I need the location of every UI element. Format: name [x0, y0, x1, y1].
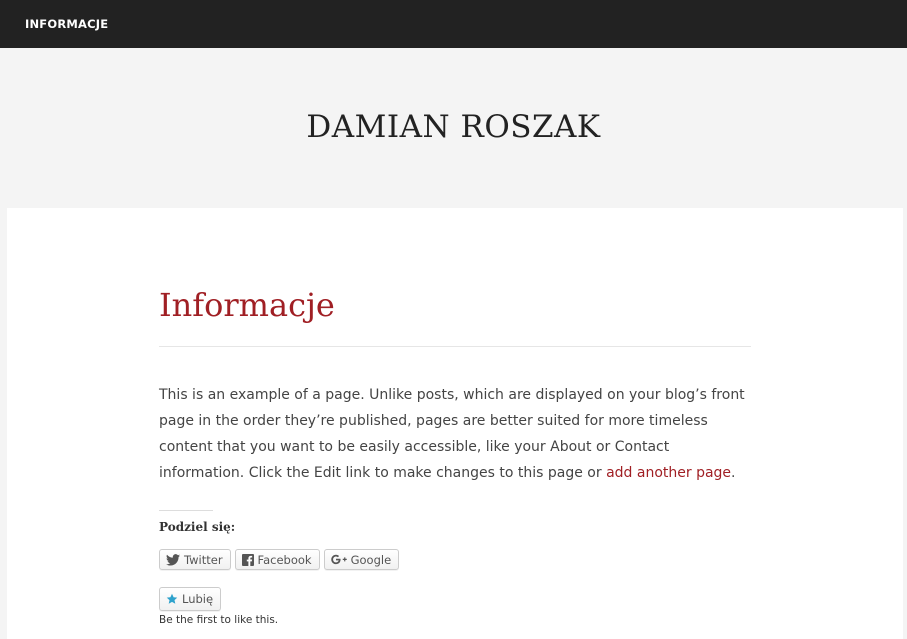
content-area: Informacje This is an example of a page.…	[7, 208, 903, 639]
share-facebook-button[interactable]: Facebook	[234, 549, 320, 570]
like-button-label: Lubię	[182, 592, 214, 606]
share-twitter-label: Twitter	[184, 552, 223, 567]
share-twitter-button[interactable]: Twitter	[159, 549, 231, 570]
add-another-page-link[interactable]: add another page	[606, 465, 731, 481]
share-google-label: Google	[350, 552, 392, 567]
title-divider	[159, 346, 751, 347]
like-note: Be the first to like this.	[159, 614, 279, 626]
share-buttons: Twitter Facebook Google	[159, 549, 400, 570]
site-header: DAMIAN ROSZAK	[0, 48, 907, 208]
google-plus-icon	[330, 554, 347, 565]
share-heading: Podziel się:	[159, 520, 236, 534]
page-body: This is an example of a page. Unlike pos…	[159, 382, 751, 486]
page-body-end: .	[731, 465, 736, 481]
like-button[interactable]: Lubię	[159, 587, 222, 611]
top-navigation: INFORMACJE	[0, 0, 907, 48]
facebook-icon	[241, 553, 254, 566]
nav-item-informacje[interactable]: INFORMACJE	[25, 17, 108, 31]
page-title: Informacje	[159, 286, 335, 324]
share-google-button[interactable]: Google	[323, 549, 400, 570]
site-title[interactable]: DAMIAN ROSZAK	[306, 109, 600, 148]
share-divider	[159, 510, 213, 511]
share-facebook-label: Facebook	[257, 552, 312, 567]
twitter-icon	[166, 553, 180, 566]
star-icon	[166, 593, 178, 605]
